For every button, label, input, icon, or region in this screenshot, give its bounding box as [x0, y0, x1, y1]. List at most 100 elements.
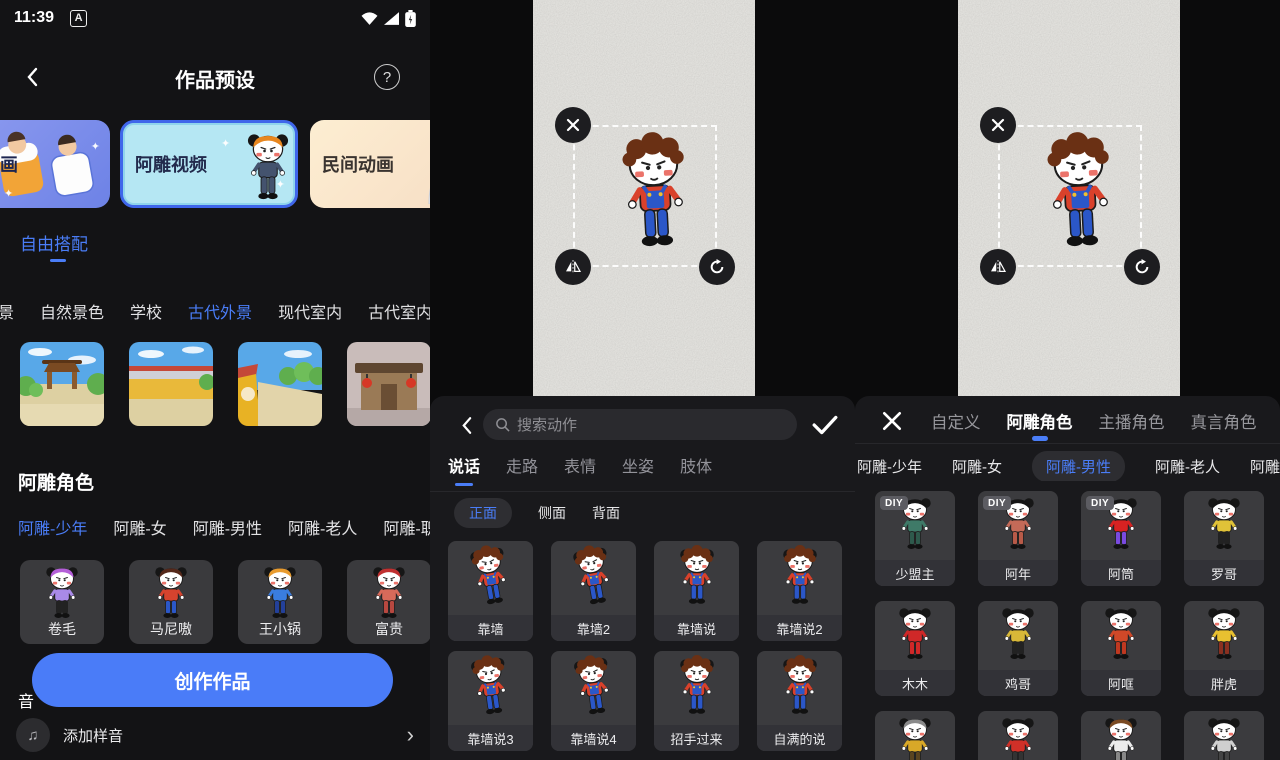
action-tab-3[interactable]: 坐姿	[622, 453, 654, 477]
character-group-tab-2[interactable]: 阿雕-男性	[1032, 451, 1125, 481]
character-item-label: 鸡哥	[978, 670, 1058, 696]
character-figure	[1101, 604, 1141, 667]
character-group-tab-4[interactable]: 阿雕-职业	[1250, 456, 1280, 477]
delete-handle-button[interactable]	[980, 107, 1016, 143]
action-item-label: 靠墙	[448, 615, 533, 641]
search-input[interactable]: 搜索动作	[483, 409, 797, 440]
character-item[interactable]: DIY 阿筒	[1081, 491, 1161, 586]
scene-tab-5[interactable]: 古代室内	[368, 299, 430, 323]
scene-thumb-corner[interactable]	[238, 342, 322, 426]
sparkle-icon: ✦	[4, 187, 13, 200]
scene-tab-2[interactable]: 学校	[130, 299, 162, 323]
character-item[interactable]	[1184, 711, 1264, 760]
rotate-handle-button[interactable]	[1124, 249, 1160, 285]
preset-card-cartoon[interactable]: 画 ✦ ✦	[0, 120, 110, 208]
character-item[interactable]: 阿哐	[1081, 601, 1161, 696]
character-item[interactable]	[978, 711, 1058, 760]
action-item[interactable]: 靠墙说3	[448, 651, 533, 751]
scene-thumb-field[interactable]	[129, 342, 213, 426]
character-source-tab-0[interactable]: 自定义	[931, 409, 981, 433]
page-title: 作品预设	[0, 64, 430, 93]
character-thumbnail	[875, 601, 955, 670]
rotate-handle-button[interactable]	[699, 249, 735, 285]
mode-tab-free-mix[interactable]: 自由搭配	[20, 230, 88, 262]
character-item-label: 卷毛	[20, 619, 104, 639]
back-button[interactable]	[454, 413, 478, 437]
view-tab-0[interactable]: 正面	[454, 498, 512, 528]
character-item[interactable]: DIY 阿年	[978, 491, 1058, 586]
corner-scene-illustration	[238, 342, 322, 426]
scene-tab-3[interactable]: 古代外景	[188, 299, 252, 323]
character-item[interactable]	[875, 711, 955, 760]
character-item[interactable]	[1081, 711, 1161, 760]
delete-handle-button[interactable]	[555, 107, 591, 143]
character-item[interactable]: 鸡哥	[978, 601, 1058, 696]
character-tab-2[interactable]: 阿雕-男性	[193, 515, 262, 539]
gate-scene-illustration	[20, 342, 104, 426]
flip-icon	[989, 260, 1007, 274]
character-thumbnail	[1081, 711, 1161, 760]
character-group-tab-1[interactable]: 阿雕-女	[952, 456, 1002, 477]
scene-thumb-gate[interactable]	[20, 342, 104, 426]
action-picker-sheet: 搜索动作 说话 走路 表情 坐姿 肢体 正面 侧面 背面	[430, 396, 855, 760]
add-voice-row[interactable]: ♫ 添加样音 ›	[0, 714, 430, 756]
action-tab-1[interactable]: 走路	[506, 453, 538, 477]
status-time: 11:39	[14, 9, 54, 27]
scene-tab-0[interactable]: 景	[0, 299, 14, 323]
preset-card-adiao-video[interactable]: 阿雕视频 ✦ ✦	[120, 120, 298, 208]
character-item[interactable]: 卷毛	[20, 560, 104, 644]
character-tab-4[interactable]: 阿雕-职业	[383, 515, 430, 539]
help-button[interactable]: ?	[374, 64, 400, 90]
character-tab-3[interactable]: 阿雕-老人	[288, 515, 357, 539]
canvas-character[interactable]	[1037, 130, 1123, 259]
action-item-label: 靠墙2	[551, 615, 636, 641]
canvas-character[interactable]	[612, 130, 698, 259]
action-category-tabs: 说话 走路 表情 坐姿 肢体	[448, 453, 712, 477]
confirm-check-button[interactable]	[812, 414, 838, 436]
create-work-button[interactable]: 创作作品	[32, 653, 393, 707]
action-item[interactable]: 靠墙说2	[757, 541, 842, 641]
view-tab-1[interactable]: 侧面	[538, 503, 566, 523]
close-icon[interactable]	[881, 410, 903, 432]
character-group-tab-3[interactable]: 阿雕-老人	[1155, 456, 1220, 477]
character-item[interactable]: 王小锅	[238, 560, 322, 644]
character-group-tab-0[interactable]: 阿雕-少年	[857, 456, 922, 477]
character-item[interactable]: 富贵	[347, 560, 430, 644]
character-item[interactable]: 马尼嗷	[129, 560, 213, 644]
character-thumbnail	[1081, 601, 1161, 670]
scene-tab-1[interactable]: 自然景色	[40, 299, 104, 323]
character-figure	[568, 652, 619, 724]
action-item[interactable]: 招手过来	[654, 651, 739, 751]
character-item-label: 阿年	[978, 560, 1058, 586]
action-tab-2[interactable]: 表情	[564, 453, 596, 477]
view-tab-2[interactable]: 背面	[592, 503, 620, 523]
character-tab-0[interactable]: 阿雕-少年	[18, 515, 87, 539]
action-item[interactable]: 靠墙说4	[551, 651, 636, 751]
scene-thumb-house[interactable]	[347, 342, 430, 426]
character-item[interactable]: 木木	[875, 601, 955, 696]
character-thumbnail	[1184, 601, 1264, 670]
scene-thumbnails-row	[20, 342, 430, 426]
scene-tab-4[interactable]: 现代室内	[278, 299, 342, 323]
character-item[interactable]: 罗哥	[1184, 491, 1264, 586]
action-tab-4[interactable]: 肢体	[680, 453, 712, 477]
sparkle-icon: ✦	[276, 178, 285, 191]
action-tab-0[interactable]: 说话	[448, 453, 480, 477]
character-source-tab-2[interactable]: 主播角色	[1099, 409, 1165, 433]
character-source-tab-3[interactable]: 真言角色	[1191, 409, 1257, 433]
action-item[interactable]: 靠墙说	[654, 541, 739, 641]
character-item-label: 胖虎	[1184, 670, 1264, 696]
preset-card-folk-animation[interactable]: 民间动画	[310, 120, 430, 208]
character-source-tab-1[interactable]: 阿雕角色	[1007, 409, 1073, 433]
action-item[interactable]: 靠墙	[448, 541, 533, 641]
action-item[interactable]: 自满的说	[757, 651, 842, 751]
person-illustration	[416, 124, 430, 204]
flip-handle-button[interactable]	[980, 249, 1016, 285]
flip-handle-button[interactable]	[555, 249, 591, 285]
character-item[interactable]: 胖虎	[1184, 601, 1264, 696]
action-item[interactable]: 靠墙2	[551, 541, 636, 641]
screen: 11:39 A 作品预设 ? 画	[0, 0, 1280, 760]
character-item[interactable]: DIY 少盟主	[875, 491, 955, 586]
character-tab-1[interactable]: 阿雕-女	[113, 515, 166, 539]
character-thumbnail	[875, 711, 955, 760]
